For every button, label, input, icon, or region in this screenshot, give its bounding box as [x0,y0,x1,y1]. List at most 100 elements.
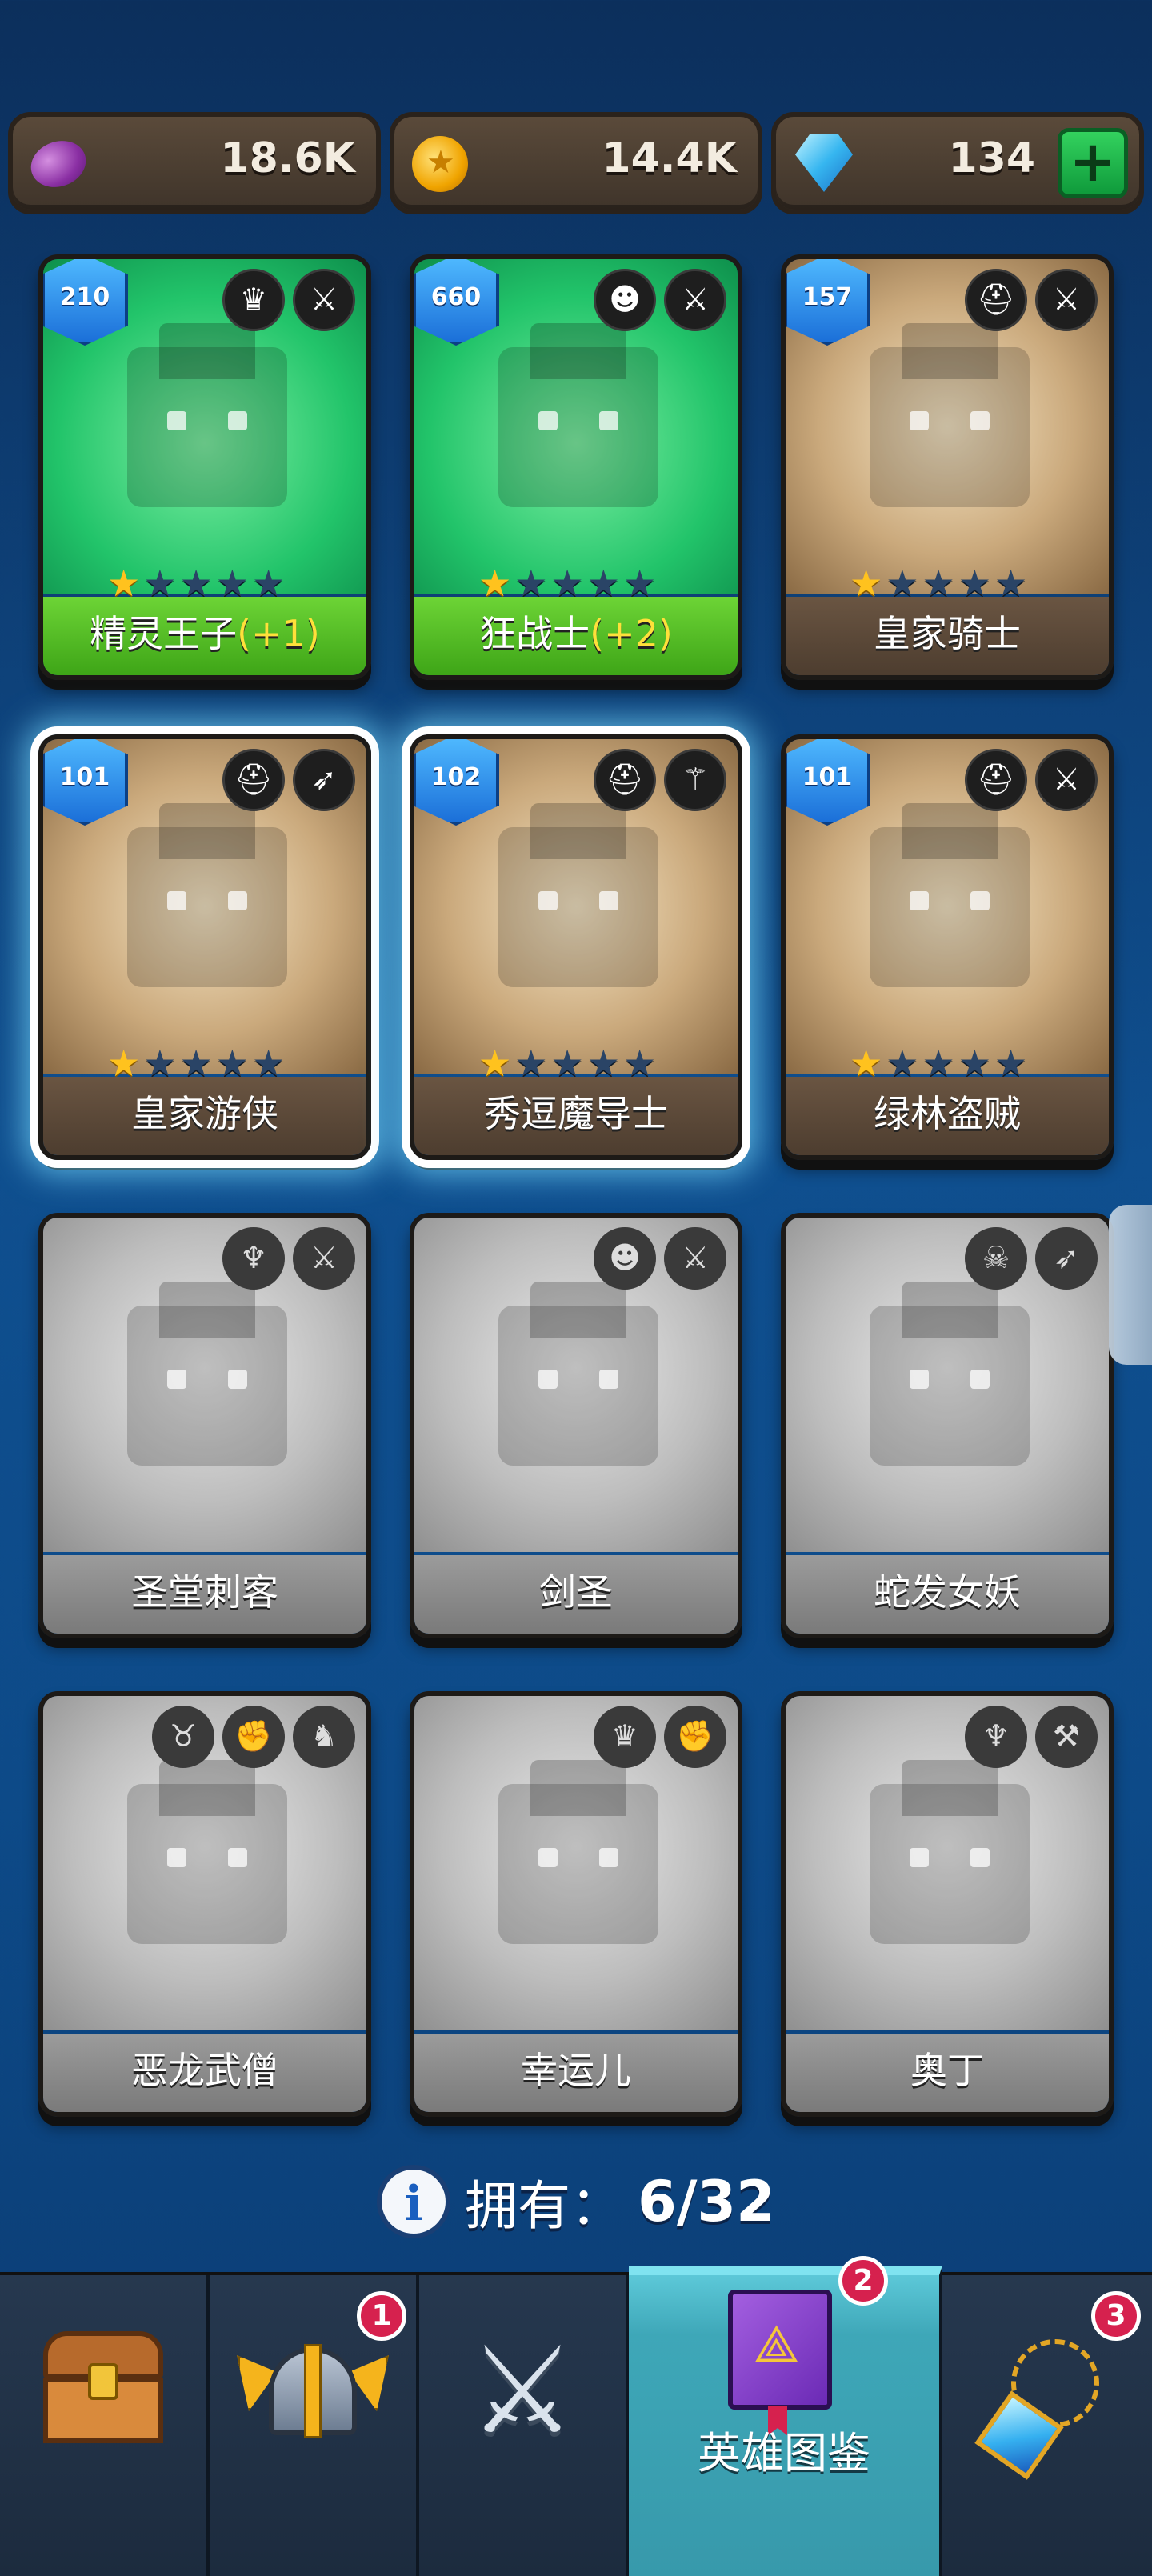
skull-class-icon: ☠ [965,1227,1027,1290]
hero-name: 皇家游侠 [131,1092,278,1135]
hero-name-bar: 蛇发女妖 [786,1555,1109,1634]
hero-bonus: (+2) [590,612,673,655]
hero-name-bar: 圣堂刺客 [43,1555,366,1634]
hero-figure [498,323,658,507]
nav-items[interactable]: 3 [942,2275,1152,2576]
nav-battle[interactable]: ⚔ [419,2275,629,2576]
hero-name: 蛇发女妖 [874,1570,1021,1614]
hero-card[interactable]: ☻ ⚔ 剑圣 [410,1213,742,1638]
hero-card[interactable]: 157 ⛑ ⚔ ★ ★ ★ ★ ★ 皇家骑士 [781,254,1114,680]
class-icons: ⛑ ⚔ [965,269,1098,331]
elf-class-icon: ♛ [594,1706,656,1768]
currency-bar: 18.6K 14.4K 134 + [0,112,1152,216]
owned-label: 拥有： [465,2175,624,2237]
hero-name: 圣堂刺客 [131,1570,278,1614]
hero-name: 秀逗魔导士 [484,1092,668,1135]
hero-card[interactable]: ♉ ✊ ♞ 恶龙武僧 [38,1691,371,2117]
notification-badge: 1 [357,2291,406,2341]
hero-figure [498,1760,658,1944]
demon-class-icon: ♉ [152,1706,214,1768]
side-drawer-tab[interactable] [1109,1205,1152,1365]
hero-name-bar: 剑圣 [414,1555,738,1634]
hero-name: 恶龙武僧 [131,2049,278,2092]
gold-counter[interactable]: 14.4K [390,112,762,214]
bow-icon: ➶ [1035,1227,1098,1290]
gold-value: 14.4K [602,134,737,182]
hero-name: 狂战士 [479,612,590,655]
nav-chest[interactable] [0,2275,210,2576]
add-gems-button[interactable]: + [1058,128,1128,198]
hero-name-bar: 恶龙武僧 [43,2034,366,2112]
hero-card[interactable]: ☠ ➶ 蛇发女妖 [781,1213,1114,1638]
hero-name: 幸运儿 [521,2049,631,2092]
sword-icon: ⚔ [664,1227,726,1290]
hero-card[interactable]: ♛ ✊ 幸运儿 [410,1691,742,2117]
hero-figure [870,323,1030,507]
fist-icon: ✊ [222,1706,285,1768]
hero-name-bar: 皇家游侠 [43,1077,366,1155]
elf-class-icon: ♛ [222,269,285,331]
fist-icon: ✊ [664,1706,726,1768]
hero-name-bar: 精灵王子(+1) [43,597,366,675]
hero-figure [870,1282,1030,1466]
crossed-swords-icon: ⚔ [468,2322,577,2461]
notification-badge: 3 [1091,2291,1141,2341]
class-icons: ♛ ⚔ [222,269,355,331]
elixir-coin-icon [24,133,93,195]
dagger-icon: ⚔ [293,269,355,331]
gem-value: 134 [948,134,1035,182]
notification-badge: 2 [838,2256,888,2306]
hero-card[interactable]: 101 ⛑ ⚔ ★ ★ ★ ★ ★ 绿林盗贼 [781,734,1114,1160]
dragon-icon: ♞ [293,1706,355,1768]
nav-codex[interactable]: ⟁ 英雄图鉴 2 [629,2256,942,2576]
hero-card[interactable]: ♆ ⚒ 奥丁 [781,1691,1114,2117]
owned-counter: i 拥有： 6/32 [0,2162,1152,2242]
hero-figure [127,323,287,507]
spellbook-icon: ⟁ [728,2290,840,2435]
class-icons: ☻ ⚔ [594,269,726,331]
nav-heroes[interactable]: 1 [210,2275,419,2576]
class-icons: ⛑ ⚚ [594,749,726,811]
class-icons: ♉ ✊ ♞ [152,1706,355,1768]
hero-card[interactable]: 101 ⛑ ➶ ★ ★ ★ ★ ★ 皇家游侠 [38,734,371,1160]
hero-figure [127,1282,287,1466]
hero-card[interactable]: 210 ♛ ⚔ ★ ★ ★ ★ ★ 精灵王子(+1) [38,254,371,680]
class-icons: ☻ ⚔ [594,1227,726,1290]
dagger-icon: ⚔ [293,1227,355,1290]
class-icons: ⛑ ⚔ [965,749,1098,811]
elixir-counter[interactable]: 18.6K [8,112,381,214]
dagger-icon: ⚔ [1035,749,1098,811]
hero-figure [498,803,658,987]
helmet-class-icon: ⛑ [965,269,1027,331]
sword-icon: ⚔ [664,269,726,331]
hammer-icon: ⚒ [1035,1706,1098,1768]
hero-name: 精灵王子 [90,612,238,655]
gem-counter[interactable]: 134 + [771,112,1144,214]
hero-name-bar: 绿林盗贼 [786,1077,1109,1155]
class-icons: ☠ ➶ [965,1227,1098,1290]
staff-icon: ⚚ [664,749,726,811]
owned-value: 6/32 [638,2169,775,2234]
hero-card[interactable]: 102 ⛑ ⚚ ★ ★ ★ ★ ★ 秀逗魔导士 [410,734,742,1160]
hero-figure [498,1282,658,1466]
sword-icon: ⚔ [1035,269,1098,331]
class-icons: ⛑ ➶ [222,749,355,811]
class-icons: ♆ ⚔ [222,1227,355,1290]
helmet-class-icon: ⛑ [594,749,656,811]
angel-class-icon: ♆ [965,1706,1027,1768]
orc-class-icon: ☻ [594,1227,656,1290]
elixir-value: 18.6K [220,134,355,182]
helmet-class-icon: ⛑ [222,749,285,811]
hero-card[interactable]: 660 ☻ ⚔ ★ ★ ★ ★ ★ 狂战士(+2) [410,254,742,680]
hero-name: 皇家骑士 [874,612,1021,655]
angel-class-icon: ♆ [222,1227,285,1290]
info-icon[interactable]: i [377,2165,451,2238]
class-icons: ♆ ⚒ [965,1706,1098,1768]
hero-figure [870,803,1030,987]
hero-name-bar: 皇家骑士 [786,597,1109,675]
hero-card[interactable]: ♆ ⚔ 圣堂刺客 [38,1213,371,1638]
helmet-class-icon: ⛑ [965,749,1027,811]
amulet-icon [974,2339,1107,2480]
gold-coin-icon [412,136,468,192]
treasure-chest-icon [43,2331,163,2443]
